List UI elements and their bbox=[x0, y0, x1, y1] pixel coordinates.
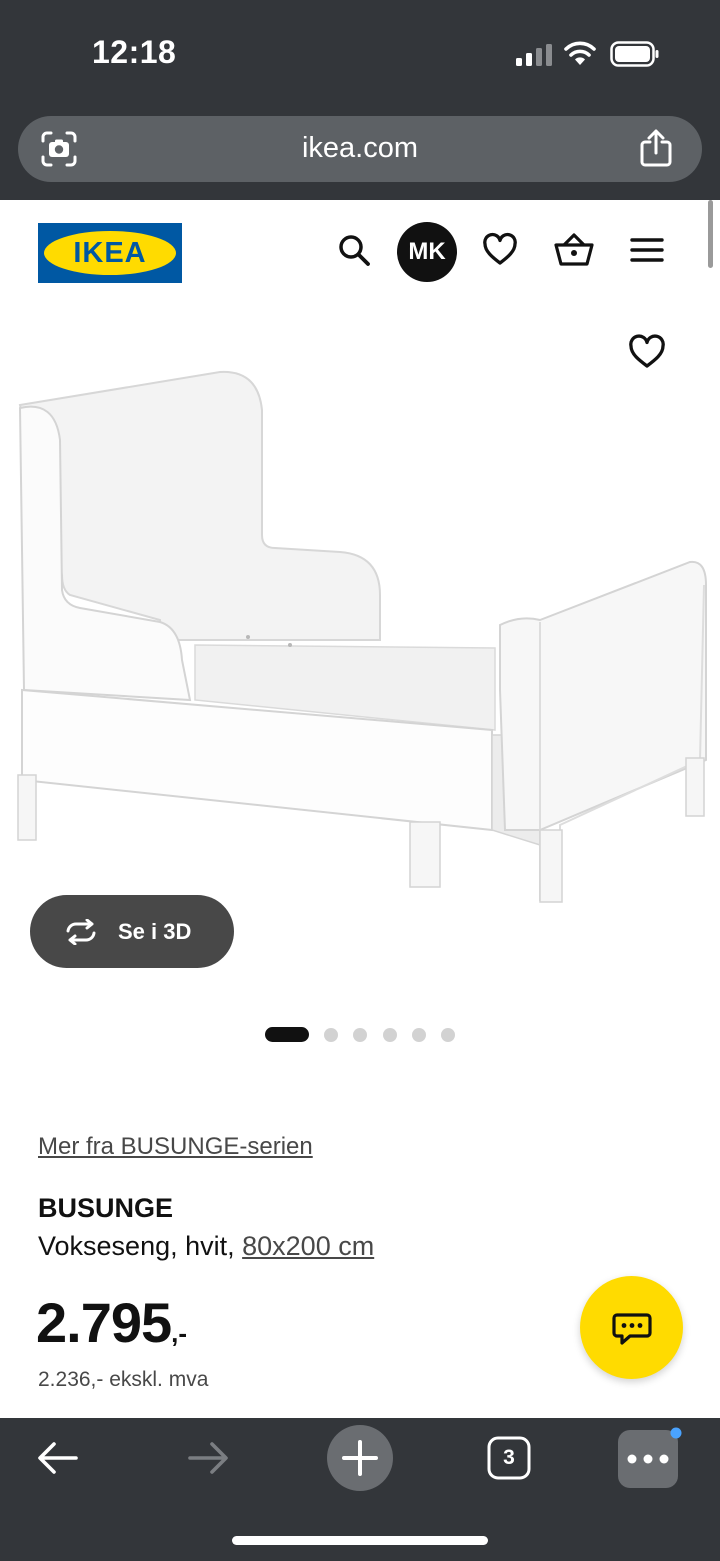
forward-arrow-icon[interactable] bbox=[186, 1440, 230, 1476]
tabs-button[interactable]: 3 bbox=[487, 1436, 531, 1480]
status-time: 12:18 bbox=[92, 34, 177, 70]
scrollbar-thumb[interactable] bbox=[708, 200, 713, 268]
product-price: 2.795,- bbox=[36, 1290, 187, 1355]
favourites-heart-icon[interactable] bbox=[482, 232, 518, 268]
url-bar[interactable]: ikea.com bbox=[18, 116, 702, 182]
new-tab-plus-icon[interactable] bbox=[326, 1424, 394, 1492]
chat-button[interactable] bbox=[580, 1276, 683, 1379]
battery-icon bbox=[610, 41, 659, 67]
site-header: IKEA MK bbox=[0, 200, 720, 310]
account-avatar[interactable]: MK bbox=[397, 222, 457, 282]
hamburger-menu-icon[interactable] bbox=[630, 232, 664, 268]
browser-top-chrome: 12:18 ikea.com bbox=[0, 0, 720, 200]
search-icon[interactable] bbox=[336, 232, 372, 268]
product-description-text: Vokseseng, hvit, bbox=[38, 1231, 243, 1261]
more-options-icon[interactable] bbox=[616, 1426, 684, 1490]
carousel-dot[interactable] bbox=[441, 1028, 455, 1042]
product-name: BUSUNGE bbox=[38, 1193, 174, 1223]
add-to-favourites-heart-icon[interactable] bbox=[628, 334, 666, 370]
rotate-3d-icon bbox=[66, 919, 96, 945]
view-in-3d-label: Se i 3D bbox=[118, 919, 192, 944]
carousel-dot[interactable] bbox=[383, 1028, 397, 1042]
carousel-dot[interactable] bbox=[412, 1028, 426, 1042]
chat-bubble-icon bbox=[612, 1313, 652, 1345]
product-image-bed[interactable] bbox=[0, 310, 720, 930]
home-indicator[interactable] bbox=[232, 1536, 488, 1545]
view-in-3d-button[interactable]: Se i 3D bbox=[30, 895, 234, 968]
cellular-signal-icon bbox=[516, 44, 552, 66]
wifi-icon bbox=[564, 41, 596, 65]
series-link[interactable]: Mer fra BUSUNGE-serien bbox=[38, 1133, 313, 1161]
ikea-logo[interactable]: IKEA bbox=[38, 223, 182, 283]
price-excluding-vat: 2.236,- ekskl. mva bbox=[38, 1368, 209, 1391]
tab-count: 3 bbox=[503, 1446, 515, 1469]
product-description: Vokseseng, hvit, 80x200 cm bbox=[38, 1231, 374, 1262]
share-icon[interactable] bbox=[638, 128, 674, 168]
browser-bottom-toolbar: 3 bbox=[0, 1418, 720, 1561]
carousel-dot[interactable] bbox=[353, 1028, 367, 1042]
back-arrow-icon[interactable] bbox=[36, 1440, 80, 1476]
size-link[interactable]: 80x200 cm bbox=[242, 1231, 374, 1261]
price-main: 2.795 bbox=[36, 1291, 172, 1354]
logo-text: IKEA bbox=[73, 237, 147, 269]
price-suffix: ,- bbox=[171, 1318, 188, 1348]
url-text[interactable]: ikea.com bbox=[18, 132, 702, 165]
shopping-basket-icon[interactable] bbox=[554, 232, 594, 268]
carousel-dot-active[interactable] bbox=[265, 1027, 309, 1042]
carousel-dot[interactable] bbox=[324, 1028, 338, 1042]
